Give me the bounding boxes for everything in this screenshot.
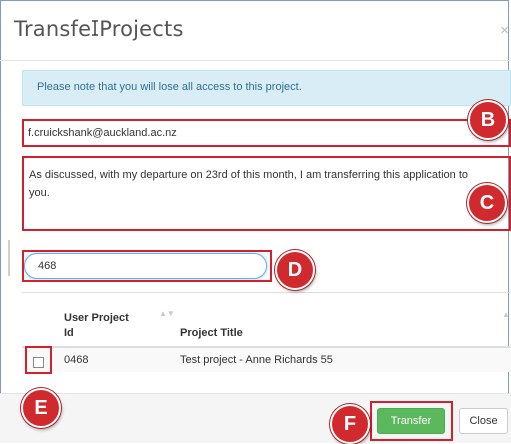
close-button[interactable]: Close — [459, 408, 508, 434]
callout-box-c — [22, 156, 511, 231]
callout-badge-f: F — [330, 404, 370, 444]
callout-box-e — [25, 346, 52, 374]
dialog-title-part1: Transfe — [14, 17, 92, 41]
warning-alert: Please note that you will lose all acces… — [22, 70, 511, 106]
callout-badge-e: E — [21, 388, 61, 428]
header-divider — [0, 60, 511, 61]
column-header-line2: Id — [64, 327, 74, 339]
dialog-title-part2: Projects — [99, 17, 184, 41]
column-header-project-title[interactable]: Project Title — [180, 327, 243, 339]
alert-text: Please note that you will lose all acces… — [37, 81, 302, 93]
sort-icon[interactable]: ▲▼ — [502, 311, 511, 319]
callout-box-b — [22, 119, 511, 147]
cell-project-title: Test project - Anne Richards 55 — [180, 354, 333, 366]
column-header-line1: User Project — [64, 312, 129, 324]
callout-badge-d: D — [275, 250, 315, 290]
table-top-divider — [22, 292, 511, 293]
callout-box-d — [22, 250, 272, 282]
sort-icon[interactable]: ▲▼ — [159, 310, 175, 318]
callout-badge-c: C — [467, 183, 507, 223]
cell-project-id: 0468 — [64, 354, 89, 366]
close-icon[interactable]: × — [500, 22, 509, 39]
dialog-title: Transfe Projects — [14, 17, 184, 41]
column-header-user-project-id[interactable]: User Project Id — [64, 311, 129, 341]
callout-box-f — [370, 401, 453, 441]
scroll-indicator — [8, 240, 10, 276]
callout-badge-b: B — [468, 100, 508, 140]
